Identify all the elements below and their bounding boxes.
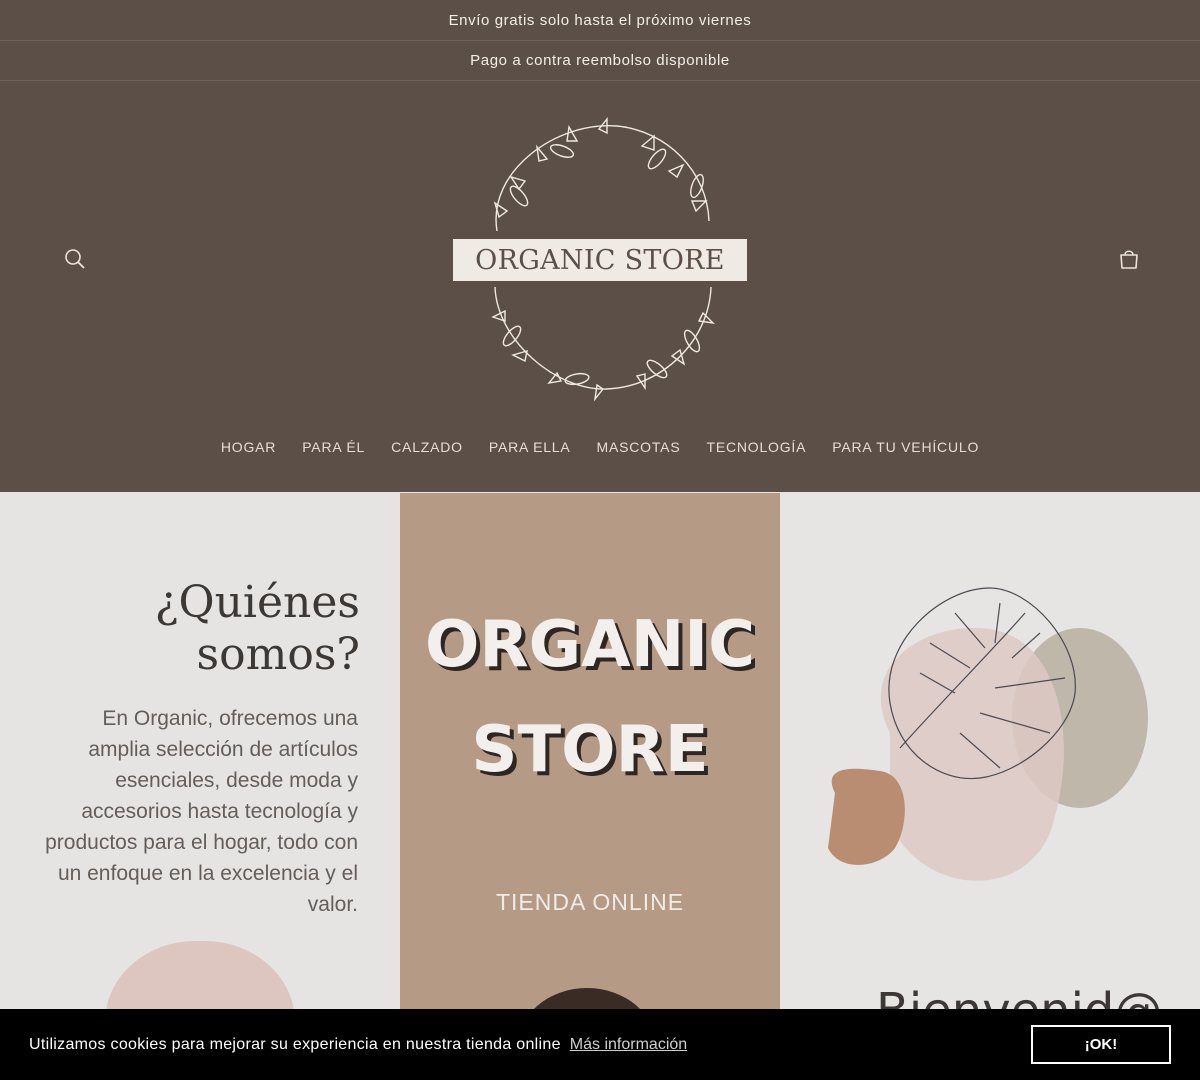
search-icon — [65, 249, 85, 269]
welcome-panel: Bienvenid@ — [780, 493, 1200, 1080]
cart-icon — [1120, 250, 1138, 269]
hero-banner[interactable]: ¿Quiénes somos? En Organic, ofrecemos un… — [0, 493, 1200, 1080]
about-panel: ¿Quiénes somos? En Organic, ofrecemos un… — [0, 493, 400, 1080]
cookie-more-info-link[interactable]: Más información — [570, 1036, 687, 1054]
cookie-accept-button[interactable]: ¡OK! — [1031, 1025, 1171, 1064]
about-title: ¿Quiénes somos? — [155, 577, 360, 681]
nav-item-tecnologia[interactable]: TECNOLOGÍA — [706, 439, 806, 455]
about-title-line1: ¿Quiénes — [154, 577, 360, 628]
site-logo[interactable]: ORGANIC STORE — [447, 111, 753, 407]
about-text: En Organic, ofrecemos una amplia selecci… — [45, 707, 358, 916]
logo-text: ORGANIC STORE — [453, 239, 747, 281]
nav-item-mascotas[interactable]: MASCOTAS — [597, 439, 681, 455]
nav-item-para-ella[interactable]: PARA ELLA — [489, 439, 571, 455]
cookie-message: Utilizamos cookies para mejorar su exper… — [29, 1035, 561, 1053]
brand-title-line1: ORGANIC — [424, 608, 756, 682]
nav-item-vehiculo[interactable]: PARA TU VEHÍCULO — [832, 439, 979, 455]
main-nav: HOGAR PARA ÉL CALZADO PARA ELLA MASCOTAS… — [0, 439, 1200, 455]
announcement-text: Envío gratis solo hasta el próximo viern… — [448, 11, 752, 29]
monstera-leaf-icon — [828, 587, 1148, 881]
nav-item-calzado[interactable]: CALZADO — [391, 439, 463, 455]
site-header: ORGANIC STORE HOGAR PARA ÉL CALZADO PARA… — [0, 81, 1200, 492]
cookie-banner: Utilizamos cookies para mejorar su exper… — [0, 1009, 1200, 1080]
nav-item-para-el[interactable]: PARA ÉL — [302, 439, 365, 455]
brand-title-line2: STORE — [471, 713, 709, 787]
announcement-bar: Envío gratis solo hasta el próximo viern… — [0, 0, 1200, 41]
brand-panel: ORGANIC STORE TIENDA ONLINE — [400, 493, 780, 1080]
search-button[interactable] — [56, 240, 94, 278]
brand-tagline: TIENDA ONLINE — [495, 889, 685, 915]
announcement-text-2: Pago a contra reembolso disponible — [470, 52, 730, 69]
cart-button[interactable] — [1110, 240, 1148, 278]
nav-item-hogar[interactable]: HOGAR — [221, 439, 276, 455]
about-title-line2: somos? — [196, 629, 360, 680]
announcement-bar-2: Pago a contra reembolso disponible — [0, 41, 1200, 81]
